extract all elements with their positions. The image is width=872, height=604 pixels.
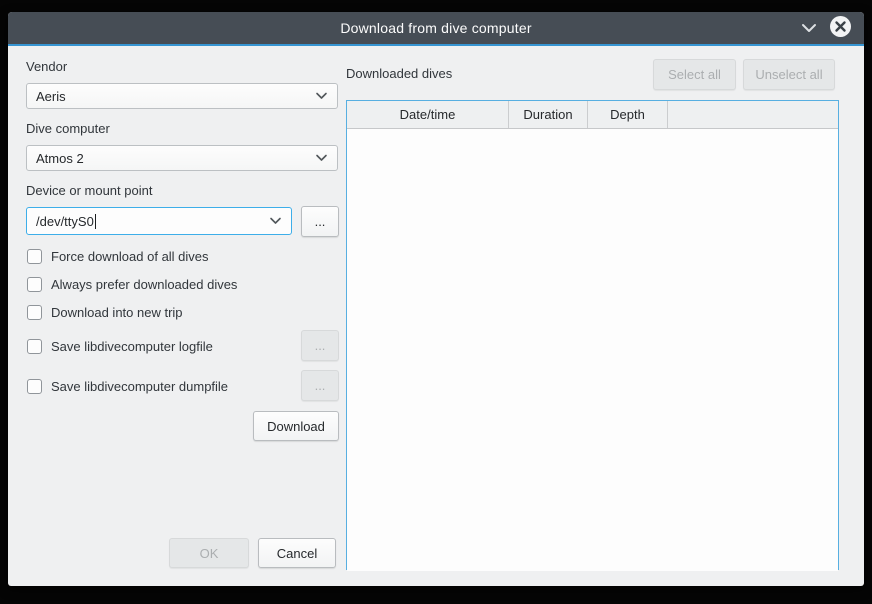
column-header-empty[interactable] bbox=[668, 101, 838, 128]
download-button[interactable]: Download bbox=[253, 411, 339, 441]
download-dialog: Download from dive computer Vendor Ae bbox=[8, 12, 864, 586]
checkbox-icon[interactable] bbox=[27, 339, 42, 354]
close-icon bbox=[829, 15, 852, 41]
checkbox-icon[interactable] bbox=[27, 277, 42, 292]
checkbox-icon[interactable] bbox=[27, 305, 42, 320]
vendor-selected-value: Aeris bbox=[36, 89, 66, 104]
logfile-browse-button: ... bbox=[301, 330, 339, 361]
window-title: Download from dive computer bbox=[340, 20, 531, 36]
checkbox-row-save-logfile[interactable]: Save libdivecomputer logfile bbox=[27, 338, 213, 355]
dumpfile-browse-button: ... bbox=[301, 370, 339, 401]
checkbox-row-new-trip[interactable]: Download into new trip bbox=[27, 304, 183, 321]
checkbox-label: Always prefer downloaded dives bbox=[51, 277, 237, 292]
table-body-empty[interactable] bbox=[347, 129, 838, 571]
downloaded-dives-table[interactable]: Date/time Duration Depth bbox=[346, 100, 839, 570]
vendor-label: Vendor bbox=[26, 59, 67, 74]
ok-button: OK bbox=[169, 538, 249, 568]
checkbox-label: Download into new trip bbox=[51, 305, 183, 320]
window-menu-button[interactable] bbox=[801, 21, 817, 36]
titlebar-controls bbox=[801, 12, 852, 44]
chevron-down-icon bbox=[801, 21, 817, 36]
dive-computer-label: Dive computer bbox=[26, 121, 110, 136]
dive-computer-select[interactable]: Atmos 2 bbox=[26, 145, 338, 171]
checkbox-label: Force download of all dives bbox=[51, 249, 209, 264]
device-value: /dev/ttyS0 bbox=[36, 214, 94, 229]
device-browse-button[interactable]: ... bbox=[301, 206, 339, 237]
column-header-depth[interactable]: Depth bbox=[588, 101, 668, 128]
vendor-select[interactable]: Aeris bbox=[26, 83, 338, 109]
checkbox-icon[interactable] bbox=[27, 379, 42, 394]
cancel-button[interactable]: Cancel bbox=[258, 538, 336, 568]
checkbox-row-force-download[interactable]: Force download of all dives bbox=[27, 248, 209, 265]
unselect-all-button: Unselect all bbox=[743, 59, 835, 90]
dive-computer-selected-value: Atmos 2 bbox=[36, 151, 84, 166]
checkbox-icon[interactable] bbox=[27, 249, 42, 264]
checkbox-row-save-dumpfile[interactable]: Save libdivecomputer dumpfile bbox=[27, 378, 228, 395]
close-button[interactable] bbox=[829, 15, 852, 41]
titlebar[interactable]: Download from dive computer bbox=[8, 12, 864, 46]
device-label: Device or mount point bbox=[26, 183, 152, 198]
downloaded-dives-heading: Downloaded dives bbox=[346, 66, 452, 81]
chevron-down-icon bbox=[315, 92, 328, 100]
chevron-down-icon bbox=[315, 154, 328, 162]
column-header-duration[interactable]: Duration bbox=[509, 101, 588, 128]
column-header-datetime[interactable]: Date/time bbox=[347, 101, 509, 128]
text-cursor bbox=[95, 214, 96, 229]
select-all-button: Select all bbox=[653, 59, 736, 90]
table-header-row: Date/time Duration Depth bbox=[347, 101, 838, 129]
checkbox-label: Save libdivecomputer logfile bbox=[51, 339, 213, 354]
checkbox-row-prefer-downloaded[interactable]: Always prefer downloaded dives bbox=[27, 276, 237, 293]
checkbox-label: Save libdivecomputer dumpfile bbox=[51, 379, 228, 394]
device-input[interactable]: /dev/ttyS0 bbox=[26, 207, 292, 235]
chevron-down-icon bbox=[269, 217, 282, 225]
